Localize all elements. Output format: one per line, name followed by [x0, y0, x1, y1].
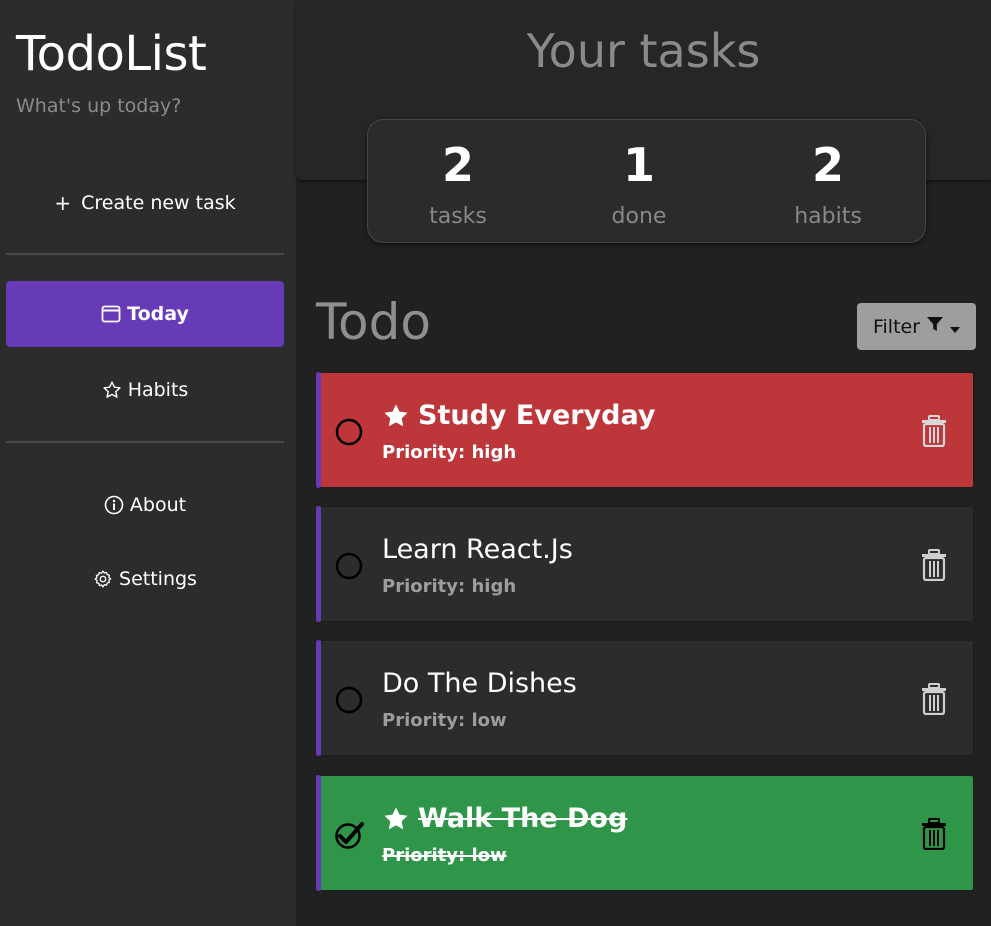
stat-value: 2 — [441, 138, 474, 192]
trash-icon[interactable] — [921, 549, 947, 581]
task-priority: Priority: low — [382, 845, 507, 866]
stats-card: 2 tasks 1 done 2 habits — [367, 119, 926, 243]
app-title: TodoList — [16, 26, 207, 82]
sidebar-divider — [6, 441, 284, 443]
star-icon — [384, 806, 408, 829]
sidebar-item-label: Today — [127, 303, 189, 325]
sidebar-item-settings[interactable]: Settings — [6, 546, 284, 612]
task-name: Learn React.Js — [382, 534, 573, 565]
star-outline-icon — [102, 380, 122, 400]
sidebar-item-label: About — [129, 494, 187, 516]
sidebar-item-label: Settings — [119, 568, 197, 590]
task-title: Learn React.Js — [382, 534, 573, 565]
stat-label: tasks — [429, 204, 487, 229]
funnel-icon — [926, 315, 944, 338]
sidebar-divider — [6, 253, 284, 255]
create-task-button[interactable]: + Create new task — [6, 184, 284, 222]
trash-icon[interactable] — [921, 683, 947, 715]
sidebar-item-today[interactable]: Today — [6, 281, 284, 347]
sidebar-item-habits[interactable]: Habits — [6, 357, 284, 423]
trash-icon[interactable] — [921, 818, 947, 850]
plus-icon: + — [54, 191, 72, 215]
unchecked-circle-icon[interactable] — [334, 685, 364, 715]
task-priority: Priority: high — [382, 576, 517, 597]
page-title: Your tasks — [526, 24, 761, 78]
sidebar-item-label: Habits — [127, 379, 189, 401]
app-subtitle: What's up today? — [16, 95, 182, 117]
filter-button[interactable]: Filter — [857, 303, 976, 350]
stat-value: 1 — [622, 138, 655, 192]
star-icon — [384, 403, 408, 426]
sidebar: TodoList What's up today? + Create new t… — [0, 0, 296, 926]
task-card[interactable]: Study Everyday Priority: high — [316, 371, 975, 489]
stat-label: done — [611, 204, 667, 229]
unchecked-circle-icon[interactable] — [334, 417, 364, 447]
section-title: Todo — [316, 293, 431, 351]
chevron-down-icon — [950, 316, 961, 338]
task-name: Walk The Dog — [418, 803, 628, 834]
task-name: Do The Dishes — [382, 668, 577, 699]
task-title: Do The Dishes — [382, 668, 577, 699]
create-task-label: Create new task — [81, 192, 236, 214]
gear-icon — [93, 569, 113, 589]
task-card[interactable]: Do The Dishes Priority: low — [316, 639, 975, 757]
info-icon — [104, 495, 124, 515]
task-title: Walk The Dog — [382, 803, 627, 834]
task-title: Study Everyday — [382, 400, 656, 431]
stat-label: habits — [794, 204, 862, 229]
sidebar-item-about[interactable]: About — [6, 472, 284, 538]
unchecked-circle-icon[interactable] — [334, 551, 364, 581]
checked-circle-icon[interactable] — [334, 820, 364, 850]
task-name: Study Everyday — [418, 400, 656, 431]
stat-value: 2 — [811, 138, 844, 192]
calendar-icon — [101, 304, 121, 324]
task-card[interactable]: Walk The Dog Priority: low — [316, 774, 975, 892]
trash-icon[interactable] — [921, 415, 947, 447]
task-priority: Priority: low — [382, 710, 507, 731]
task-card[interactable]: Learn React.Js Priority: high — [316, 505, 975, 623]
filter-label: Filter — [872, 315, 921, 338]
task-priority: Priority: high — [382, 442, 517, 463]
app-root: TodoList What's up today? + Create new t… — [0, 0, 991, 926]
